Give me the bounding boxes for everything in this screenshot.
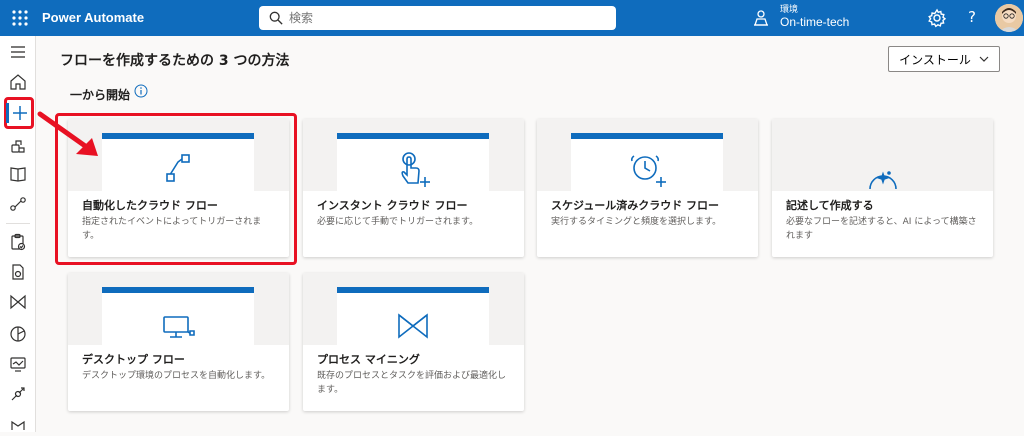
environment-label: 環境 — [780, 5, 799, 15]
info-icon[interactable] — [134, 84, 148, 98]
card-description: 実行するタイミングと頻度を選択します。 — [551, 217, 722, 227]
card-instant-cloud-flow[interactable]: インスタント クラウド フロー 必要に応じて手動でトリガーされます。 — [303, 119, 524, 257]
card-desktop-flow[interactable]: デスクトップ フロー デスクトップ環境のプロセスを自動化します。 — [68, 273, 289, 411]
install-button[interactable]: インストール — [888, 46, 1000, 72]
more-icon[interactable] — [8, 412, 28, 432]
card-description: 必要に応じて手動でトリガーされます。 — [317, 217, 479, 227]
card-description: デスクトップ環境のプロセスを自動化します。 — [82, 371, 271, 381]
card-illustration — [337, 287, 489, 349]
chevron-down-icon — [979, 56, 989, 62]
search-box[interactable] — [259, 6, 616, 30]
flow-connector-icon — [166, 154, 190, 182]
environment-value[interactable]: On-time-tech — [780, 15, 849, 29]
main-content: フローを作成するための 3 つの方法 インストール 一から開始 自動化したクラウ… — [36, 36, 1024, 432]
card-description: 必要なフローを記述すると、AI によって構築されます — [786, 217, 977, 241]
templates-icon[interactable] — [8, 136, 28, 156]
search-input[interactable] — [289, 11, 589, 25]
card-title: スケジュール済みクラウド フロー — [551, 199, 720, 212]
chat-sparkle-icon — [869, 171, 897, 189]
card-title: デスクトップ フロー — [82, 353, 185, 366]
nav-create[interactable] — [4, 97, 34, 129]
card-header — [772, 119, 993, 191]
monitor-icon[interactable] — [8, 354, 28, 374]
hamburger-menu-icon[interactable] — [8, 42, 28, 62]
card-description: 既存のプロセスとタスクを評価および最適化します。 — [317, 371, 507, 395]
process-mining-icon — [398, 313, 428, 339]
card-title: 記述して作成する — [786, 199, 874, 212]
card-title: プロセス マイニング — [317, 353, 420, 366]
card-scheduled-cloud-flow[interactable]: スケジュール済みクラウド フロー 実行するタイミングと頻度を選択します。 — [537, 119, 758, 257]
install-label: インストール — [899, 52, 971, 67]
top-bar: Power Automate 環境 On-time-tech ? — [0, 0, 1024, 36]
card-title: インスタント クラウド フロー — [317, 199, 468, 212]
card-illustration — [337, 133, 489, 195]
learn-book-icon[interactable] — [8, 164, 28, 184]
card-process-mining[interactable]: プロセス マイニング 既存のプロセスとタスクを評価および最適化します。 — [303, 273, 524, 411]
home-icon[interactable] — [8, 72, 28, 92]
alarm-clock-plus-icon — [630, 155, 666, 187]
app-title[interactable]: Power Automate — [42, 10, 144, 25]
help-icon[interactable]: ? — [964, 8, 980, 26]
card-automated-cloud-flow[interactable]: 自動化したクラウド フロー 指定されたイベントによってトリガーされます。 — [68, 119, 289, 257]
section-title: 一から開始 — [70, 88, 131, 102]
document-flow-icon[interactable] — [8, 262, 28, 282]
search-icon — [269, 11, 283, 25]
card-illustration — [102, 287, 254, 349]
process-mining-nav-icon[interactable] — [8, 292, 28, 312]
card-describe-to-create[interactable]: 記述して作成する 必要なフローを記述すると、AI によって構築されます — [772, 119, 993, 257]
card-title: 自動化したクラウド フロー — [82, 199, 218, 212]
selected-indicator — [6, 103, 9, 123]
app-launcher-icon[interactable] — [8, 6, 32, 30]
left-nav — [0, 36, 36, 432]
page-title: フローを作成するための 3 つの方法 — [60, 53, 290, 69]
touch-plus-icon — [401, 152, 430, 187]
gear-icon[interactable] — [927, 8, 947, 28]
environment-icon[interactable] — [752, 9, 770, 27]
solutions-icon[interactable] — [8, 384, 28, 404]
connectors-icon[interactable] — [8, 194, 28, 214]
card-illustration — [102, 133, 254, 195]
desktop-flow-icon — [163, 316, 195, 338]
card-illustration — [571, 133, 723, 195]
clipboard-check-icon[interactable] — [8, 232, 28, 252]
card-description: 指定されたイベントによってトリガーされます。 — [82, 217, 262, 241]
avatar[interactable] — [995, 4, 1023, 32]
nav-divider — [6, 223, 30, 224]
ai-model-icon[interactable] — [8, 324, 28, 344]
plus-icon — [13, 106, 27, 120]
